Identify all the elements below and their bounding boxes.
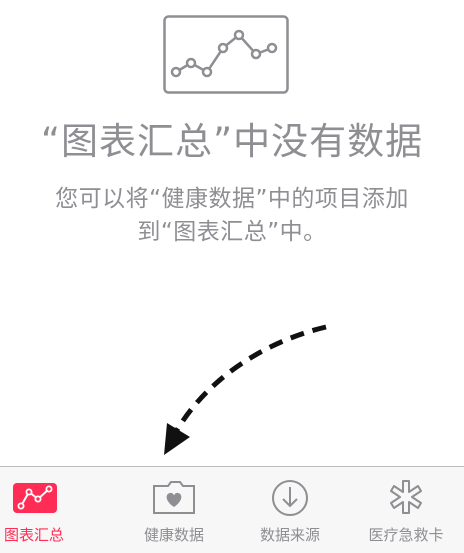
tab-health-data[interactable]: 健康数据 <box>116 467 232 553</box>
dashed-arrow-icon <box>164 324 327 455</box>
tab-sources[interactable]: 数据来源 <box>232 467 348 553</box>
tab-medical-id-label: 医疗急救卡 <box>368 526 444 544</box>
empty-state-description-line1: 您可以将“健康数据”中的项目添加 <box>55 186 409 212</box>
tab-health-data-label: 健康数据 <box>143 526 204 544</box>
tab-bar: 图表汇总 健康数据 数据来源 医疗急救卡 <box>0 466 464 553</box>
empty-state-title: “图表汇总”中没有数据 <box>40 120 424 163</box>
tab-dashboard[interactable]: 图表汇总 <box>0 467 116 553</box>
download-arrow-icon <box>272 480 308 516</box>
tab-sources-label: 数据来源 <box>259 526 320 544</box>
chart-line-icon <box>13 483 57 513</box>
tab-dashboard-label: 图表汇总 <box>4 526 65 544</box>
empty-state-description: 您可以将“健康数据”中的项目添加 到“图表汇总”中。 <box>0 183 464 249</box>
medical-star-icon <box>390 480 422 514</box>
tab-medical-id[interactable]: 医疗急救卡 <box>348 467 464 553</box>
empty-chart-icon <box>163 15 289 94</box>
heart-folder-icon <box>153 481 195 514</box>
empty-state-description-line2: 到“图表汇总”中。 <box>137 219 327 245</box>
